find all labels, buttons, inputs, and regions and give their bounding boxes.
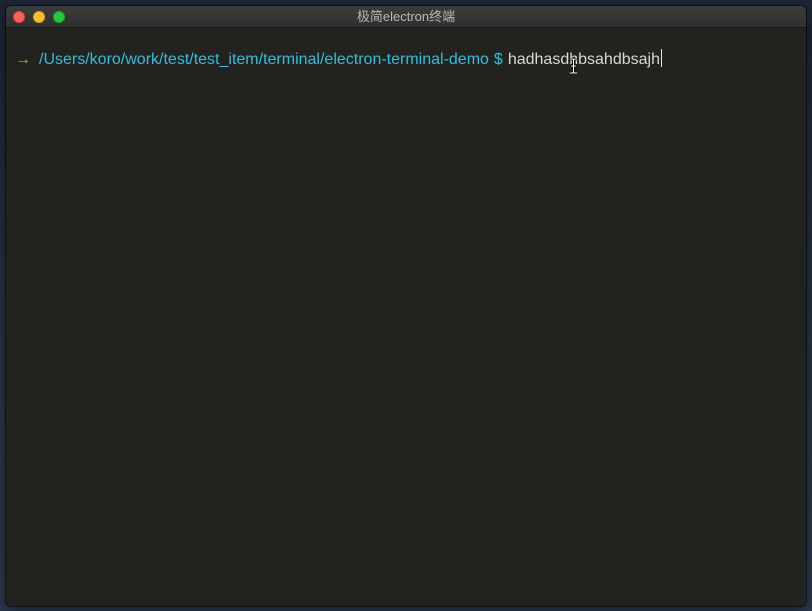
command-input[interactable]: hadhasdhbsahdbsajh: [508, 51, 660, 68]
title-bar[interactable]: 极简electron终端: [6, 6, 806, 28]
scrollbar[interactable]: [803, 28, 806, 606]
ibeam-cursor-icon: [569, 58, 578, 74]
prompt-line[interactable]: → /Users/koro/work/test/test_item/termina…: [15, 49, 662, 71]
prompt-arrow-icon: →: [15, 51, 31, 68]
terminal-area[interactable]: → /Users/koro/work/test/test_item/termina…: [6, 28, 806, 606]
terminal-window: 极简electron终端 → /Users/koro/work/test/test…: [6, 6, 806, 606]
window-title: 极简electron终端: [356, 9, 456, 24]
text-cursor: [660, 49, 662, 67]
current-directory: /Users/koro/work/test/test_item/terminal…: [39, 51, 489, 68]
prompt-symbol: $: [493, 51, 503, 68]
